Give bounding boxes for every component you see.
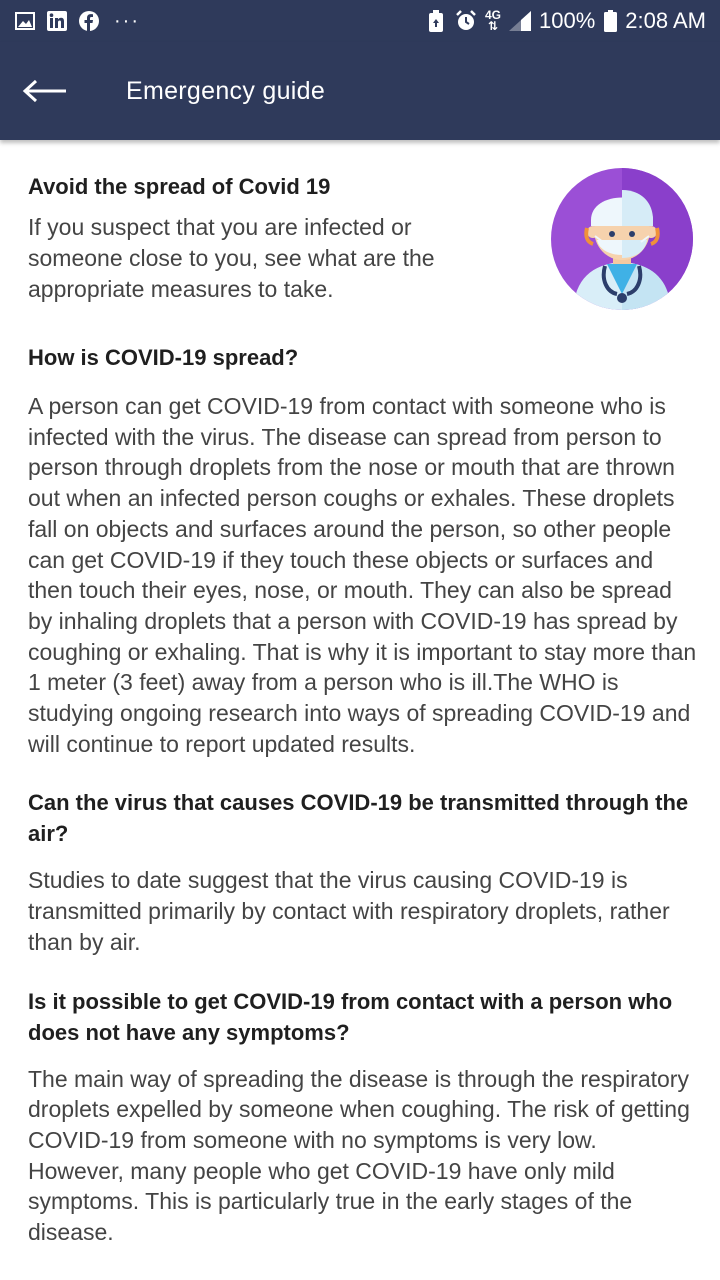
status-bar-system: 4G ⇅ 100% 2:08 AM bbox=[425, 8, 706, 34]
arrow-left-icon bbox=[22, 79, 66, 103]
alarm-icon bbox=[455, 10, 477, 32]
faq-question-2: Can the virus that causes COVID-19 be tr… bbox=[28, 790, 689, 847]
linkedin-icon bbox=[46, 10, 68, 32]
status-bar-notifications: ··· bbox=[14, 10, 140, 32]
battery-percent: 100% bbox=[539, 8, 596, 33]
network-4g-icon: 4G ⇅ bbox=[484, 8, 501, 33]
page-title: Emergency guide bbox=[126, 76, 326, 105]
faq-answer-3: The main way of spreading the disease is… bbox=[28, 1065, 690, 1246]
signal-icon bbox=[509, 10, 531, 32]
battery-icon bbox=[603, 10, 617, 32]
gallery-icon bbox=[14, 10, 36, 32]
back-button[interactable] bbox=[22, 61, 92, 121]
doctor-avatar-icon bbox=[551, 168, 693, 310]
facebook-icon bbox=[78, 10, 100, 32]
faq-answer-1: A person can get COVID-19 from contact w… bbox=[28, 393, 697, 757]
status-bar: ··· 4G ⇅ 100% 2:08 AM bbox=[0, 0, 720, 42]
app-bar: Emergency guide bbox=[0, 42, 720, 140]
faq-question-3: Is it possible to get COVID-19 from cont… bbox=[28, 988, 673, 1045]
intro-text: If you suspect that you are infected or … bbox=[28, 214, 435, 302]
guide-content: Avoid the spread of Covid 19 If you susp… bbox=[28, 168, 698, 1248]
faq-answer-2: Studies to date suggest that the virus c… bbox=[28, 867, 670, 955]
faq-question-1: How is COVID-19 spread? bbox=[28, 345, 299, 370]
battery-saver-icon bbox=[425, 10, 447, 32]
more-dots-icon: ··· bbox=[114, 10, 140, 32]
network-label: 4G bbox=[484, 8, 501, 22]
clock: 2:08 AM bbox=[625, 8, 706, 33]
intro-section: Avoid the spread of Covid 19 If you susp… bbox=[28, 168, 698, 332]
